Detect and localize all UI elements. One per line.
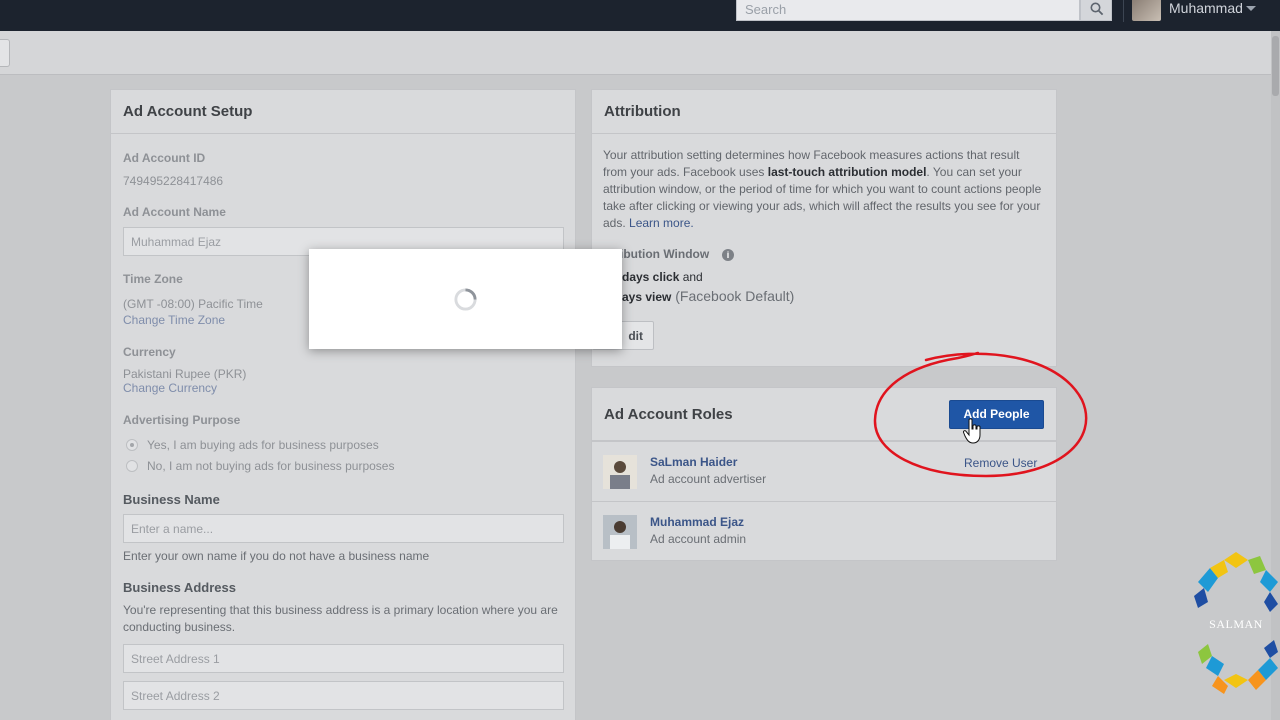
account-id-value: 749495228417486	[123, 174, 224, 188]
role-person-name[interactable]: SaLman Haider	[650, 455, 737, 469]
time-zone-label: Time Zone	[123, 272, 183, 286]
ad-account-setup-panel: Ad Account Setup Ad Account ID 749495228…	[110, 89, 576, 720]
user-name[interactable]: Muhammad	[1169, 0, 1243, 16]
scrollbar-thumb[interactable]	[1272, 36, 1279, 96]
role-person-role: Ad account admin	[650, 532, 747, 546]
business-address-label: Business Address	[123, 580, 236, 595]
top-navigation-bar: Search Muhammad	[0, 0, 1280, 31]
purpose-yes-label: Yes, I am buying ads for business purpos…	[147, 438, 379, 452]
business-name-help: Enter your own name if you do not have a…	[123, 549, 430, 563]
loading-dialog	[309, 249, 622, 349]
role-person-name[interactable]: Muhammad Ejaz	[650, 515, 744, 529]
view-window-value: ays view (Facebook Default)	[622, 288, 795, 304]
role-person-role: Ad account advertiser	[650, 472, 767, 486]
role-row: Muhammad Ejaz Ad account admin	[592, 501, 1056, 561]
currency-value: Pakistani Rupee (PKR)	[123, 367, 247, 381]
chevron-down-icon[interactable]	[1246, 6, 1256, 11]
attribution-description: Your attribution setting determines how …	[603, 148, 1042, 230]
currency-label: Currency	[123, 345, 176, 359]
collapsed-tab[interactable]	[0, 39, 10, 67]
attribution-model-name: last-touch attribution model	[767, 165, 927, 179]
attribution-panel: Attribution Your attribution setting det…	[591, 89, 1057, 367]
hand-cursor-icon	[963, 418, 981, 444]
watermark-text: SALMAN	[1209, 617, 1263, 631]
street-address-2-input[interactable]: Street Address 2	[123, 681, 564, 710]
panel-title: Attribution	[592, 90, 1056, 134]
street-address-1-input[interactable]: Street Address 1	[123, 644, 564, 673]
business-name-input[interactable]: Enter a name...	[123, 514, 564, 543]
annotation-circle	[873, 351, 1088, 478]
purpose-yes-radio[interactable]	[126, 439, 138, 451]
avatar[interactable]	[603, 515, 637, 549]
search-button[interactable]	[1080, 0, 1112, 21]
avatar[interactable]	[603, 455, 637, 489]
click-window-value: days click and	[622, 270, 703, 284]
learn-more-link[interactable]: Learn more.	[629, 216, 694, 230]
business-address-help: You're representing that this business a…	[123, 603, 558, 634]
account-name-label: Ad Account Name	[123, 205, 226, 219]
loading-spinner-icon	[454, 288, 477, 311]
change-time-zone-link[interactable]: Change Time Zone	[123, 313, 225, 327]
attribution-window-label: ibution Window	[620, 247, 710, 261]
sub-header-bar	[0, 31, 1280, 75]
search-icon	[1090, 2, 1104, 16]
account-id-label: Ad Account ID	[123, 151, 206, 165]
purpose-no-label: No, I am not buying ads for business pur…	[147, 459, 395, 473]
time-zone-value: (GMT -08:00) Pacific Time	[123, 297, 263, 311]
topbar-divider	[1123, 0, 1124, 22]
change-currency-link[interactable]: Change Currency	[123, 381, 217, 395]
info-icon[interactable]: i	[722, 249, 734, 261]
business-name-label: Business Name	[123, 492, 220, 507]
purpose-no-radio[interactable]	[126, 460, 138, 472]
panel-title: Ad Account Setup	[111, 90, 575, 134]
user-avatar[interactable]	[1132, 0, 1161, 21]
advertising-purpose-label: Advertising Purpose	[123, 413, 241, 427]
search-input[interactable]: Search	[736, 0, 1080, 21]
